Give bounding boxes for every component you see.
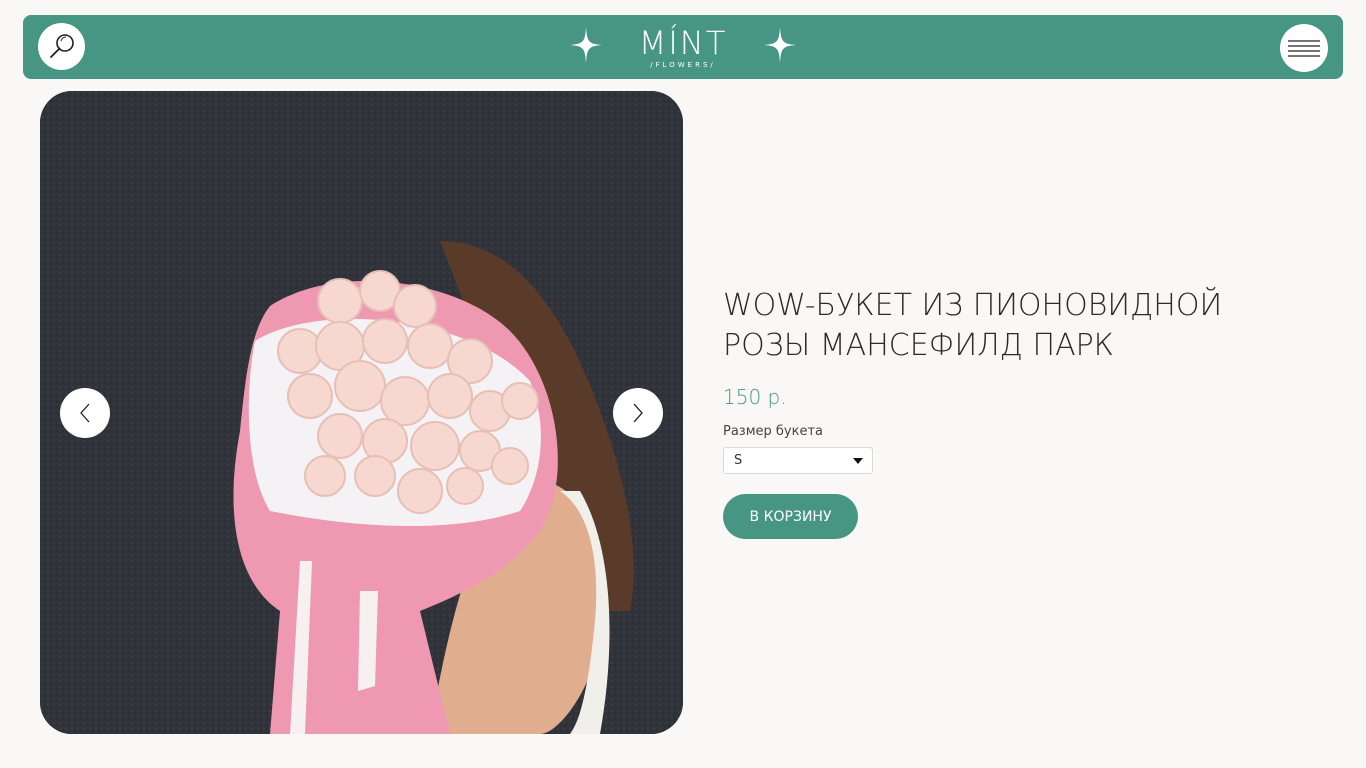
logo-wordmark: MÍNT [638, 24, 728, 62]
product-gallery[interactable] [40, 91, 683, 734]
gallery-next-button[interactable] [613, 388, 663, 438]
site-logo[interactable]: MÍNT /FLOWERS/ [568, 19, 798, 75]
chevron-left-icon [80, 403, 90, 423]
add-to-cart-button[interactable]: В КОРЗИНУ [723, 494, 858, 539]
size-select-value: S [734, 453, 743, 468]
product-price: 150 р. [723, 385, 787, 409]
hamburger-menu-icon [1288, 40, 1320, 57]
chevron-right-icon [633, 403, 643, 423]
sparkle-icon [570, 27, 602, 63]
size-label: Размер букета [723, 424, 824, 439]
logo-tagline: /FLOWERS/ [650, 61, 716, 69]
search-icon [49, 33, 74, 58]
search-button[interactable] [38, 23, 85, 70]
product-photo [40, 91, 683, 734]
size-select[interactable]: S [723, 447, 873, 474]
sparkle-icon [764, 27, 796, 63]
site-header: MÍNT /FLOWERS/ [23, 15, 1343, 79]
caret-down-icon [853, 458, 863, 464]
menu-button[interactable] [1280, 24, 1328, 72]
product-title: WOW-БУКЕТ ИЗ ПИОНОВИДНОЙ РОЗЫ МАНСЕФИЛД … [723, 288, 1223, 363]
gallery-prev-button[interactable] [60, 388, 110, 438]
